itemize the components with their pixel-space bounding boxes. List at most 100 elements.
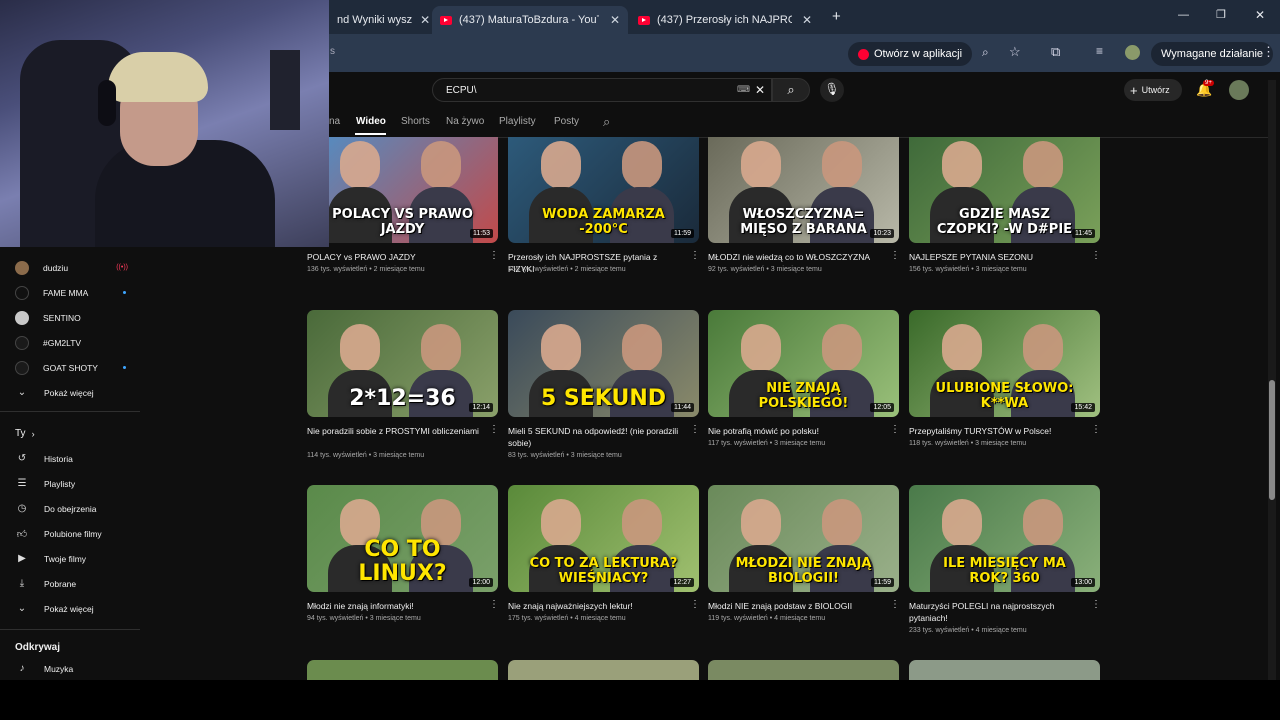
video-title[interactable]: Nie poradzili sobie z PROSTYMI obliczeni… [307,425,483,437]
sidebar-item-playlists[interactable]: ☰ Playlisty [0,471,140,496]
video-title[interactable]: Nie znają najważniejszych lektur! [508,600,684,612]
video-menu-icon[interactable]: ⋮ [690,424,700,435]
tab-playlists[interactable]: Playlisty [499,116,536,127]
account-avatar[interactable] [1229,80,1249,100]
sidebar-sub-fame-mma[interactable]: FAME MMA [0,280,140,305]
video-thumbnail[interactable]: CO TO ZA LEKTURA? WIEŚNIACY? 12:27 [508,485,699,592]
video-thumbnail[interactable]: GDZIE MASZ CZOPKI? -W D#PIE 11:45 [909,137,1100,243]
browser-menu-icon[interactable]: ⋮ [1262,44,1275,60]
tab-home[interactable]: na [329,116,340,127]
profile-avatar[interactable] [1125,45,1140,60]
search-input[interactable]: ECPU\ ⌨ ✕ [432,78,772,102]
video-title[interactable]: MŁODZI nie wiedzą co to WŁOSZCZYZNA [708,251,884,263]
video-thumbnail-partial[interactable] [508,660,699,680]
video-thumbnail-partial[interactable] [708,660,899,680]
url-fragment[interactable]: s [330,46,335,57]
close-icon[interactable]: ✕ [412,13,429,27]
video-menu-icon[interactable]: ⋮ [890,424,900,435]
video-menu-icon[interactable]: ⋮ [1091,599,1101,610]
person-face [340,324,381,372]
video-duration: 12:05 [870,403,894,412]
video-duration: 12:00 [469,578,493,587]
page-scrollbar[interactable] [1268,80,1276,680]
video-thumbnail[interactable]: 2*12=36 12:14 [307,310,498,417]
sidebar-sub-gm2ltv[interactable]: #GM2LTV [0,330,140,355]
video-duration: 12:27 [670,578,694,587]
video-thumbnail[interactable]: WŁOSZCZYZNA= MIĘSO Z BARANA 10:23 [708,137,899,243]
video-title[interactable]: Maturzyści POLEGLI na najprostszych pyta… [909,600,1085,624]
play-square-icon: ▶ [18,553,26,564]
video-menu-icon[interactable]: ⋮ [1091,250,1101,261]
sidebar-item-music[interactable]: ♪ Muzyka [0,656,140,681]
video-menu-icon[interactable]: ⋮ [890,250,900,261]
headphones [98,80,116,126]
open-in-app-button[interactable]: Otwórz w aplikacji [848,42,973,66]
video-thumbnail[interactable]: POLACY VS PRAWO JAZDY 11:53 [307,137,498,243]
video-menu-icon[interactable]: ⋮ [489,424,499,435]
thumbs-up-icon: 👍︎ [16,528,28,540]
active-tab-underline [355,133,386,135]
video-title[interactable]: Mieli 5 SEKUND na odpowiedź! (nie poradz… [508,425,684,449]
tab-live[interactable]: Na żywo [446,116,484,127]
video-title[interactable]: Nie potrafią mówić po polsku! [708,425,884,437]
video-menu-icon[interactable]: ⋮ [890,599,900,610]
voice-search-button[interactable]: 🎙 [820,78,844,102]
search-button[interactable]: ⌕ [772,78,810,102]
video-menu-icon[interactable]: ⋮ [489,250,499,261]
new-tab-button[interactable]: + [832,8,841,25]
sidebar-show-more-you[interactable]: ⌄ Pokaż więcej [0,596,140,621]
video-title[interactable]: Młodzi nie znają informatyki! [307,600,483,612]
video-title[interactable]: Przepytaliśmy TURYSTÓW w Polsce! [909,425,1085,437]
video-thumbnail-partial[interactable] [909,660,1100,680]
create-button[interactable]: + Utwórz [1124,79,1182,101]
sidebar-sub-sentino[interactable]: SENTINO [0,305,140,330]
video-title[interactable]: Młodzi NIE znają podstaw z BIOLOGII [708,600,884,612]
video-thumbnail[interactable]: CO TO LINUX? 12:00 [307,485,498,592]
video-title[interactable]: POLACY vs PRAWO JAZDY [307,251,483,263]
person-face [621,499,662,547]
person-face [621,324,662,372]
media-control-icon[interactable]: ≡ [1096,44,1103,58]
sidebar-you-header[interactable]: Ty › [0,421,140,446]
tab-posts[interactable]: Posty [554,116,579,127]
video-title[interactable]: NAJLEPSZE PYTANIA SEZONU [909,251,1085,263]
video-thumbnail-partial[interactable] [307,660,498,680]
tab-shorts[interactable]: Shorts [401,116,430,127]
video-menu-icon[interactable]: ⋮ [690,250,700,261]
video-menu-icon[interactable]: ⋮ [690,599,700,610]
tab-search-results[interactable]: nd Wyniki wysz ✕ [329,6,429,34]
extensions-icon[interactable]: ⧉ [1051,44,1060,60]
sidebar-show-more-subscriptions[interactable]: ⌄ Pokaż więcej [0,380,140,405]
tab-maturatobzdura[interactable]: (437) MaturaToBzdura - YouTube ✕ [432,6,628,34]
bookmark-star-icon[interactable]: ☆ [1009,44,1021,60]
sidebar-sub-goat-shoty[interactable]: GOAT SHOTY [0,355,140,380]
tab-videos[interactable]: Wideo [356,116,386,127]
video-thumbnail[interactable]: MŁODZI NIE ZNAJĄ BIOLOGII! 11:59 [708,485,899,592]
sidebar-item-your-videos[interactable]: ▶ Twoje filmy [0,546,140,571]
sidebar-item-liked[interactable]: 👍︎ Polubione filmy [0,521,140,546]
keyboard-icon[interactable]: ⌨ [737,84,750,95]
tab-przerosly[interactable]: (437) Przerosły ich NAJPROSTSZE ✕ [630,6,820,34]
channel-search-icon[interactable]: ⌕ [603,114,610,130]
action-required-button[interactable]: Wymagane działanie [1151,42,1274,66]
avatar [15,335,29,350]
video-thumbnail[interactable]: ILE MIESIĘCY MA ROK? 360 13:00 [909,485,1100,592]
zoom-icon[interactable]: ⌕ [982,45,989,60]
close-icon[interactable]: ✕ [602,13,620,27]
sidebar-item-downloads[interactable]: ⤓ Pobrane [0,571,140,596]
sidebar-item-watch-later[interactable]: ◷ Do obejrzenia [0,496,140,521]
sidebar-sub-dudziu[interactable]: dudziu ((•)) [0,255,140,280]
close-window-icon[interactable]: ✕ [1255,8,1265,22]
video-menu-icon[interactable]: ⋮ [489,599,499,610]
video-thumbnail[interactable]: 5 SEKUND 11:44 [508,310,699,417]
close-icon[interactable]: ✕ [794,13,812,27]
scrollbar-thumb[interactable] [1269,380,1275,500]
video-thumbnail[interactable]: ULUBIONE SŁOWO: K**WA 15:42 [909,310,1100,417]
video-thumbnail[interactable]: NIE ZNAJĄ POLSKIEGO! 12:05 [708,310,899,417]
clear-search-icon[interactable]: ✕ [755,83,765,97]
minimize-icon[interactable]: — [1178,9,1189,21]
maximize-icon[interactable]: ❐ [1216,8,1226,21]
video-menu-icon[interactable]: ⋮ [1091,424,1101,435]
video-thumbnail[interactable]: WODA ZAMARZA -200°C 11:59 [508,137,699,243]
sidebar-item-history[interactable]: ↺ Historia [0,446,140,471]
